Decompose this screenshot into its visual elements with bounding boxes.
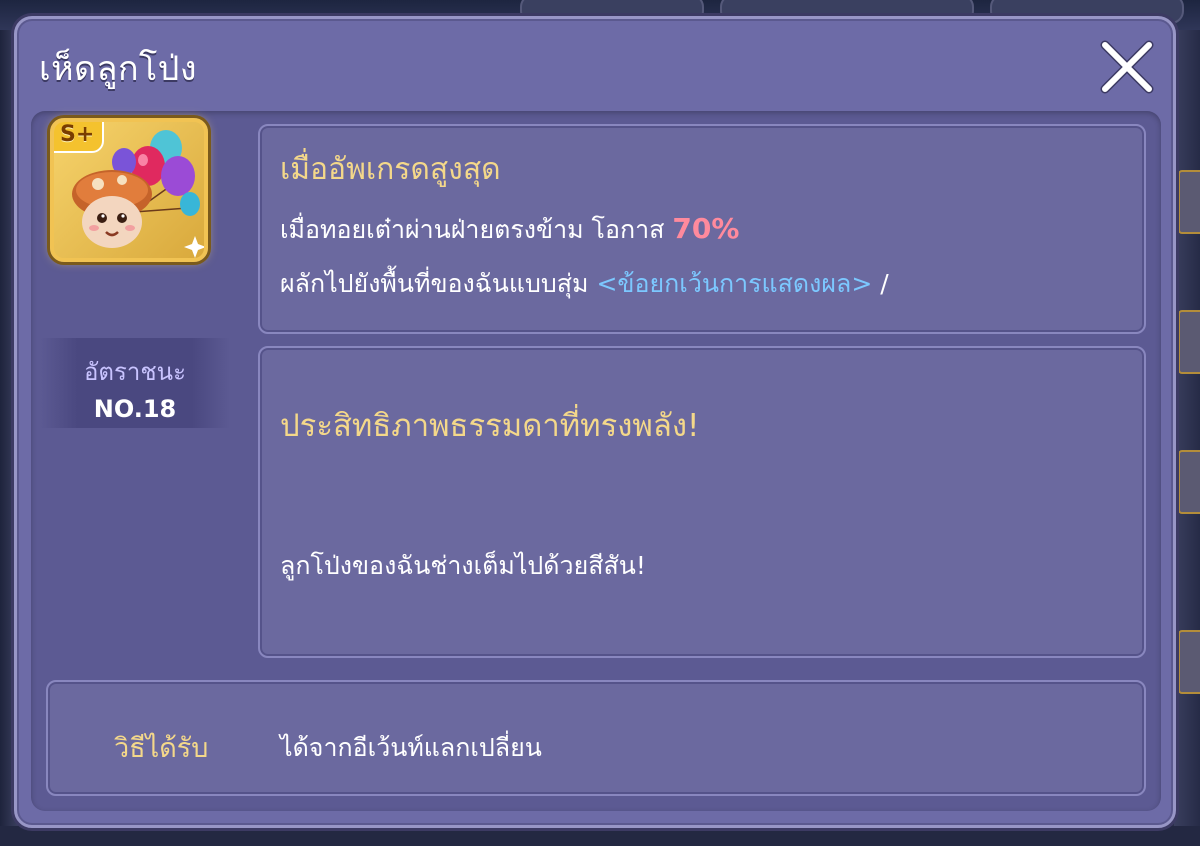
flavor-panel: ประสิทธิภาพธรรมดาที่ทรงพลัง! ลูกโป่งของฉ… (258, 346, 1146, 658)
obtain-text: ได้จากอีเว้นท์แลกเปลี่ยน (280, 733, 542, 762)
win-rate-rank: อัตราชนะ NO.18 (40, 338, 230, 428)
close-icon (1100, 40, 1154, 94)
skill-description-panel[interactable]: เมื่ออัพเกรดสูงสุด เมื่อทอยเต๋าผ่านฝ่ายต… (258, 124, 1146, 334)
skill-line-2-text: ผลักไปยังพื้นที่ของฉันแบบสุ่ม (280, 269, 589, 298)
skill-line-2: ผลักไปยังพื้นที่ของฉันแบบสุ่ม <ข้อยกเว้น… (280, 264, 889, 304)
game-background-right (1174, 30, 1200, 846)
skill-exception-tag: <ข้อยกเว้นการแสดงผล> (596, 269, 873, 298)
game-background-bottom (0, 826, 1200, 846)
skill-chance-percent: 70% (672, 212, 740, 245)
obtain-method-panel: วิธีได้รับ ได้จากอีเว้นท์แลกเปลี่ยน (46, 680, 1146, 796)
skill-line-1: เมื่อทอยเต๋าผ่านฝ่ายตรงข้าม โอกาส 70% (280, 210, 739, 250)
close-button[interactable] (1095, 35, 1159, 99)
obtain-label: วิธีได้รับ (114, 733, 209, 764)
flavor-text: ลูกโป่งของฉันช่างเต็มไปด้วยสีสัน! (280, 551, 646, 580)
skill-title: เมื่ออัพเกรดสูงสุด (280, 152, 501, 187)
rank-value: NO.18 (93, 395, 177, 423)
skill-line-2-slash: / (880, 269, 889, 298)
dialog-title: เห็ดลูกโป่ง (39, 49, 197, 89)
grade-badge: S+ (54, 122, 105, 153)
skill-line-1-text: เมื่อทอยเต๋าผ่านฝ่ายตรงข้าม โอกาส (280, 215, 665, 244)
item-card: S+ (50, 118, 208, 262)
rank-label: อัตราชนะ (84, 358, 186, 386)
flavor-title: ประสิทธิภาพธรรมดาที่ทรงพลัง! (280, 408, 700, 444)
